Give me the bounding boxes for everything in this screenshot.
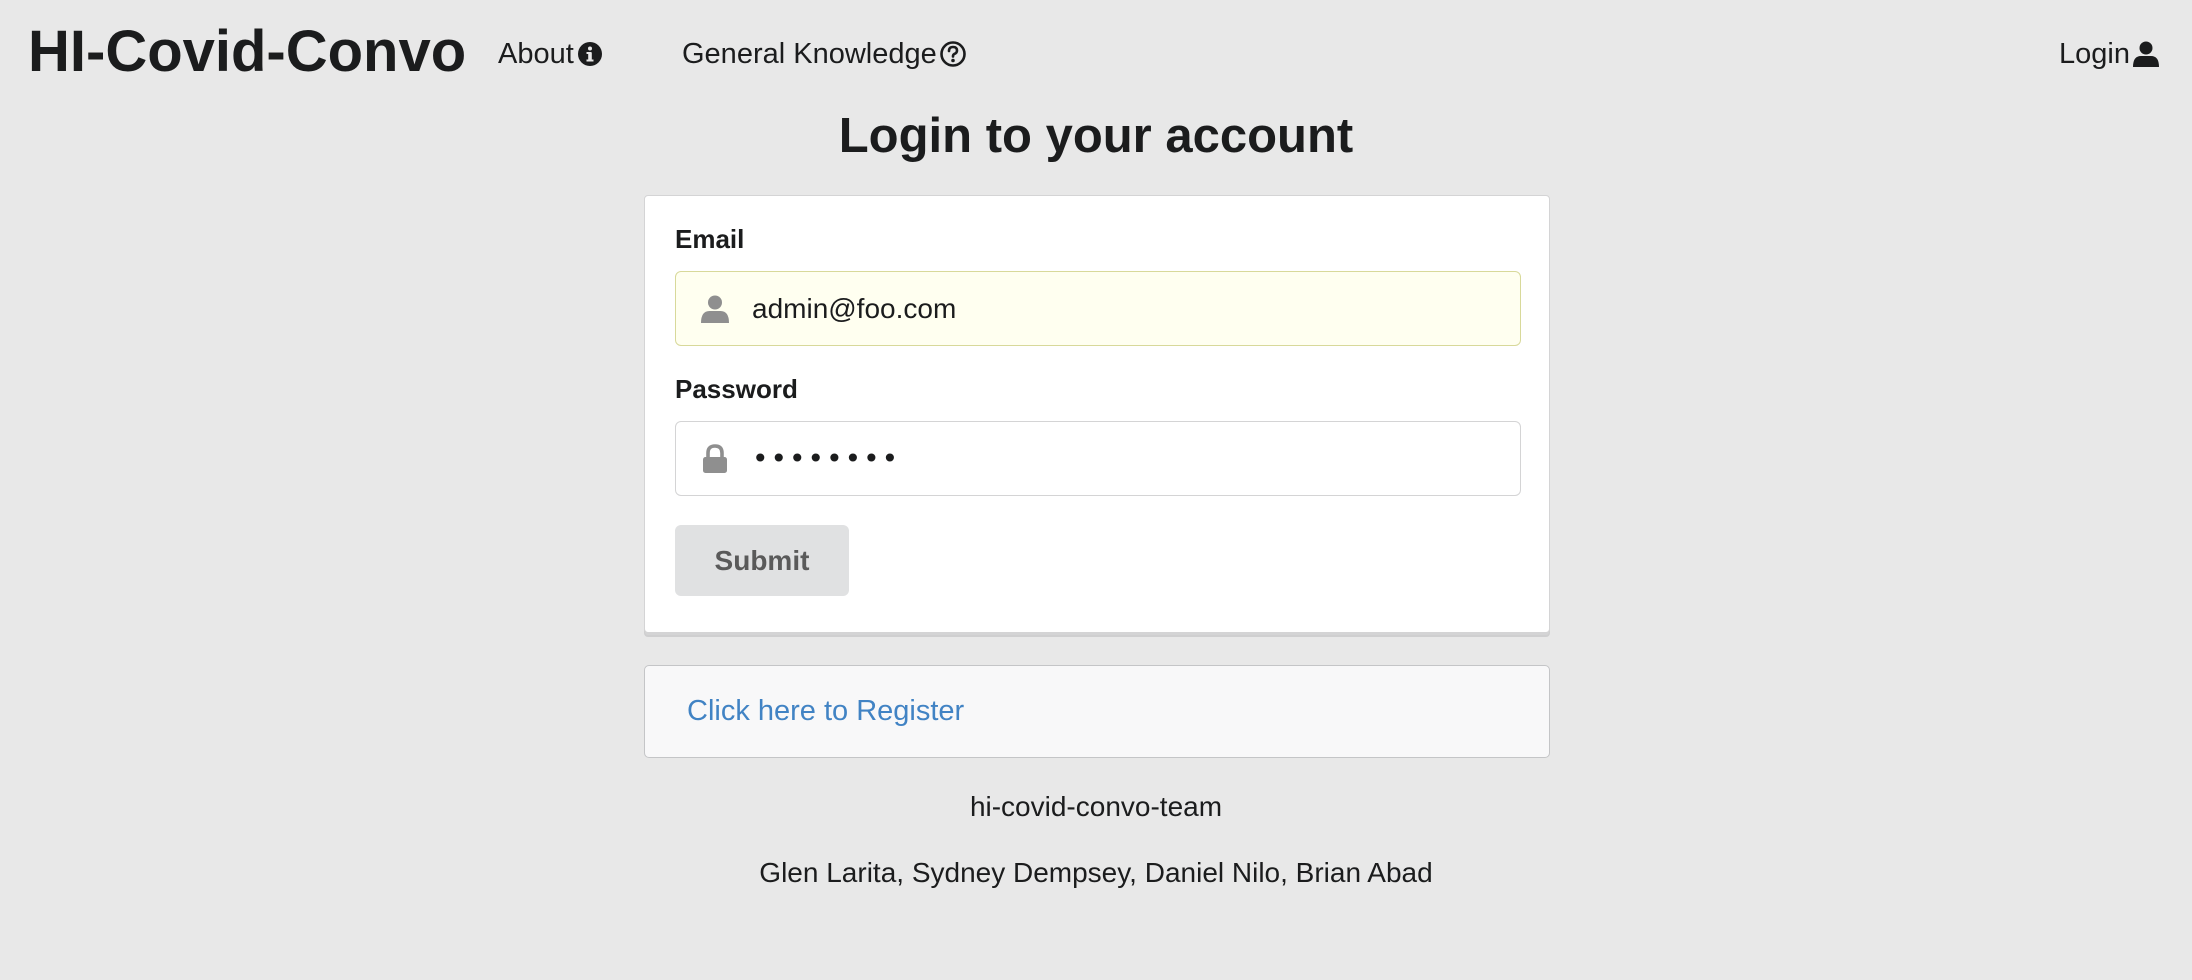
footer-team-members: Glen Larita, Sydney Dempsey, Daniel Nilo… — [759, 857, 1433, 888]
nav-login-link[interactable]: Login — [2059, 32, 2160, 76]
submit-button[interactable]: Submit — [675, 525, 849, 596]
email-value: admin@foo.com — [752, 293, 957, 324]
password-field[interactable]: •••••••• — [675, 421, 1521, 496]
lock-icon — [703, 444, 727, 473]
email-label: Email — [675, 224, 745, 254]
nav-general-knowledge-label: General Knowledge — [682, 38, 937, 70]
register-message-box: Click here to Register — [644, 665, 1550, 758]
info-circle-icon — [577, 42, 602, 66]
register-link[interactable]: Click here to Register — [687, 666, 964, 757]
question-circle-icon — [939, 41, 966, 67]
nav-about-link[interactable]: About — [498, 32, 604, 76]
login-form-card: Email admin@foo.com Password •••••••• Su… — [644, 195, 1550, 633]
password-label: Password — [675, 374, 798, 404]
nav-login-label: Login — [2059, 38, 2130, 70]
nav-general-knowledge-link[interactable]: General Knowledge — [682, 32, 967, 76]
nav-about-label: About — [498, 38, 574, 70]
page-title: Login to your account — [838, 109, 1354, 163]
user-icon — [2132, 41, 2159, 67]
password-value: •••••••• — [752, 442, 901, 475]
email-field[interactable]: admin@foo.com — [675, 271, 1521, 346]
footer-team-name: hi-covid-convo-team — [969, 791, 1223, 822]
top-navbar: HI-Covid-Convo About General Knowledge L… — [0, 0, 2192, 110]
user-icon — [701, 295, 729, 323]
brand-logo-link[interactable]: HI-Covid-Convo — [28, 14, 466, 90]
